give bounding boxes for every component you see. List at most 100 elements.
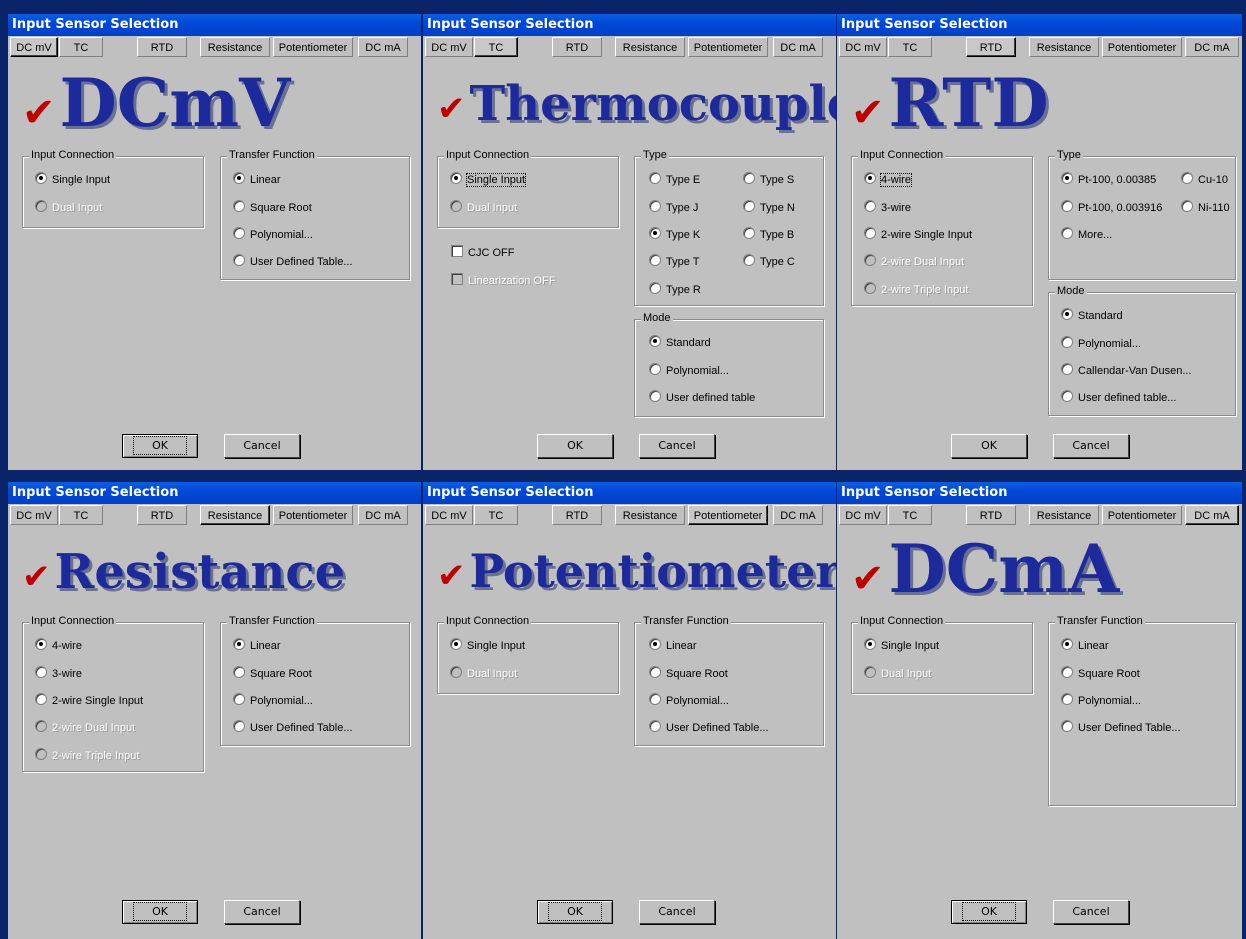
cancel-button[interactable]: Cancel bbox=[224, 900, 300, 924]
two-wire-single-radio[interactable]: 2-wire Single Input bbox=[864, 227, 972, 241]
cancel-button[interactable]: Cancel bbox=[639, 900, 715, 924]
polynomial-radio[interactable]: Polynomial... bbox=[1061, 336, 1141, 350]
user-defined-table-radio[interactable]: User Defined Table... bbox=[649, 720, 769, 734]
tab-dcma[interactable]: DC mA bbox=[358, 505, 408, 525]
option-label: Polynomial... bbox=[666, 365, 729, 377]
four-wire-radio[interactable]: 4-wire bbox=[35, 638, 82, 652]
tab-dcma[interactable]: DC mA bbox=[1185, 37, 1239, 57]
tab-resistance[interactable]: Resistance bbox=[615, 37, 685, 57]
tab-rtd[interactable]: RTD bbox=[137, 505, 187, 525]
square-root-radio[interactable]: Square Root bbox=[1061, 666, 1140, 680]
tab-resistance[interactable]: Resistance bbox=[1029, 37, 1099, 57]
user-defined-table-radio[interactable]: User defined table bbox=[649, 390, 755, 404]
tab-dcma[interactable]: DC mA bbox=[773, 37, 823, 57]
tab-resistance[interactable]: Resistance bbox=[615, 505, 685, 525]
ni110-radio[interactable]: Ni-110 bbox=[1181, 200, 1230, 214]
tab-rtd[interactable]: RTD bbox=[966, 37, 1016, 57]
four-wire-radio[interactable]: 4-wire bbox=[864, 172, 912, 187]
linear-radio[interactable]: Linear bbox=[1061, 638, 1109, 652]
tab-tc[interactable]: TC bbox=[888, 37, 932, 57]
type-b-radio[interactable]: Type B bbox=[743, 227, 794, 241]
tab-tc[interactable]: TC bbox=[59, 37, 103, 57]
tab-tc[interactable]: TC bbox=[59, 505, 103, 525]
callendar-van-dusen-radio[interactable]: Callendar-Van Dusen... bbox=[1061, 363, 1192, 377]
tab-resistance[interactable]: Resistance bbox=[200, 37, 270, 57]
tab-dcma[interactable]: DC mA bbox=[358, 37, 408, 57]
cancel-button[interactable]: Cancel bbox=[1053, 900, 1129, 924]
three-wire-radio[interactable]: 3-wire bbox=[864, 200, 911, 214]
type-c-radio[interactable]: Type C bbox=[743, 254, 795, 268]
linear-radio[interactable]: Linear bbox=[233, 172, 281, 186]
tab-rtd[interactable]: RTD bbox=[137, 37, 187, 57]
cancel-button[interactable]: Cancel bbox=[224, 434, 300, 458]
ok-button[interactable]: OK bbox=[951, 434, 1027, 458]
polynomial-radio[interactable]: Polynomial... bbox=[649, 363, 729, 377]
more-radio[interactable]: More... bbox=[1061, 227, 1112, 241]
mode-group: Mode Standard Polynomial... User defined… bbox=[634, 312, 824, 417]
type-j-radio[interactable]: Type J bbox=[649, 200, 698, 214]
tab-dcmv[interactable]: DC mV bbox=[10, 37, 58, 57]
linear-radio[interactable]: Linear bbox=[233, 638, 281, 652]
square-root-radio[interactable]: Square Root bbox=[649, 666, 728, 680]
tab-dcmv[interactable]: DC mV bbox=[425, 37, 473, 57]
ok-button[interactable]: OK bbox=[951, 900, 1027, 924]
pt100-3916-radio[interactable]: Pt-100, 0.003916 bbox=[1061, 200, 1162, 214]
tab-dcmv[interactable]: DC mV bbox=[839, 37, 887, 57]
single-input-radio[interactable]: Single Input bbox=[450, 172, 527, 187]
cancel-button[interactable]: Cancel bbox=[639, 434, 715, 458]
button-label: OK bbox=[962, 902, 1016, 921]
user-defined-table-radio[interactable]: User Defined Table... bbox=[1061, 720, 1181, 734]
type-e-radio[interactable]: Type E bbox=[649, 172, 700, 186]
tab-tc[interactable]: TC bbox=[474, 505, 518, 525]
standard-radio[interactable]: Standard bbox=[1061, 308, 1123, 322]
user-defined-table-radio[interactable]: User Defined Table... bbox=[233, 720, 353, 734]
standard-radio[interactable]: Standard bbox=[649, 335, 711, 349]
tab-potentiometer[interactable]: Potentiometer bbox=[1102, 505, 1182, 525]
tab-potentiometer[interactable]: Potentiometer bbox=[688, 37, 768, 57]
cancel-button[interactable]: Cancel bbox=[1053, 434, 1129, 458]
ok-button[interactable]: OK bbox=[537, 434, 613, 458]
type-k-radio[interactable]: Type K bbox=[649, 227, 700, 241]
type-s-radio[interactable]: Type S bbox=[743, 172, 794, 186]
polynomial-radio[interactable]: Polynomial... bbox=[233, 227, 313, 241]
tab-rtd[interactable]: RTD bbox=[552, 505, 602, 525]
tab-potentiometer[interactable]: Potentiometer bbox=[273, 37, 353, 57]
ok-button[interactable]: OK bbox=[122, 434, 198, 458]
tab-tc[interactable]: TC bbox=[474, 37, 518, 57]
user-defined-table-radio[interactable]: User Defined Table... bbox=[233, 254, 353, 268]
cu10-radio[interactable]: Cu-10 bbox=[1181, 172, 1228, 186]
square-root-radio[interactable]: Square Root bbox=[233, 666, 312, 680]
tab-dcmv[interactable]: DC mV bbox=[425, 505, 473, 525]
tab-resistance[interactable]: Resistance bbox=[1029, 505, 1099, 525]
linear-radio[interactable]: Linear bbox=[649, 638, 697, 652]
option-label: Pt-100, 0.003916 bbox=[1078, 202, 1163, 214]
polynomial-radio[interactable]: Polynomial... bbox=[649, 693, 729, 707]
tab-dcmv[interactable]: DC mV bbox=[10, 505, 58, 525]
single-input-radio[interactable]: Single Input bbox=[35, 172, 110, 186]
three-wire-radio[interactable]: 3-wire bbox=[35, 666, 82, 680]
single-input-radio[interactable]: Single Input bbox=[450, 638, 525, 652]
tab-rtd[interactable]: RTD bbox=[966, 505, 1016, 525]
tab-potentiometer[interactable]: Potentiometer bbox=[273, 505, 353, 525]
type-n-radio[interactable]: Type N bbox=[743, 200, 795, 214]
polynomial-radio[interactable]: Polynomial... bbox=[1061, 693, 1141, 707]
user-defined-table-radio[interactable]: User defined table... bbox=[1061, 390, 1176, 404]
tab-potentiometer[interactable]: Potentiometer bbox=[688, 505, 768, 525]
tab-dcmv[interactable]: DC mV bbox=[839, 505, 887, 525]
tab-tc[interactable]: TC bbox=[888, 505, 932, 525]
tab-dcma[interactable]: DC mA bbox=[1185, 505, 1239, 525]
two-wire-single-radio[interactable]: 2-wire Single Input bbox=[35, 693, 143, 707]
ok-button[interactable]: OK bbox=[537, 900, 613, 924]
square-root-radio[interactable]: Square Root bbox=[233, 200, 312, 214]
tab-potentiometer[interactable]: Potentiometer bbox=[1102, 37, 1182, 57]
type-r-radio[interactable]: Type R bbox=[649, 282, 701, 296]
ok-button[interactable]: OK bbox=[122, 900, 198, 924]
polynomial-radio[interactable]: Polynomial... bbox=[233, 693, 313, 707]
tab-dcma[interactable]: DC mA bbox=[773, 505, 823, 525]
single-input-radio[interactable]: Single Input bbox=[864, 638, 939, 652]
tab-resistance[interactable]: Resistance bbox=[200, 505, 270, 525]
tab-rtd[interactable]: RTD bbox=[552, 37, 602, 57]
pt100-385-radio[interactable]: Pt-100, 0.00385 bbox=[1061, 172, 1156, 186]
cjc-off-checkbox[interactable]: CJC OFF bbox=[451, 245, 514, 259]
type-t-radio[interactable]: Type T bbox=[649, 254, 699, 268]
